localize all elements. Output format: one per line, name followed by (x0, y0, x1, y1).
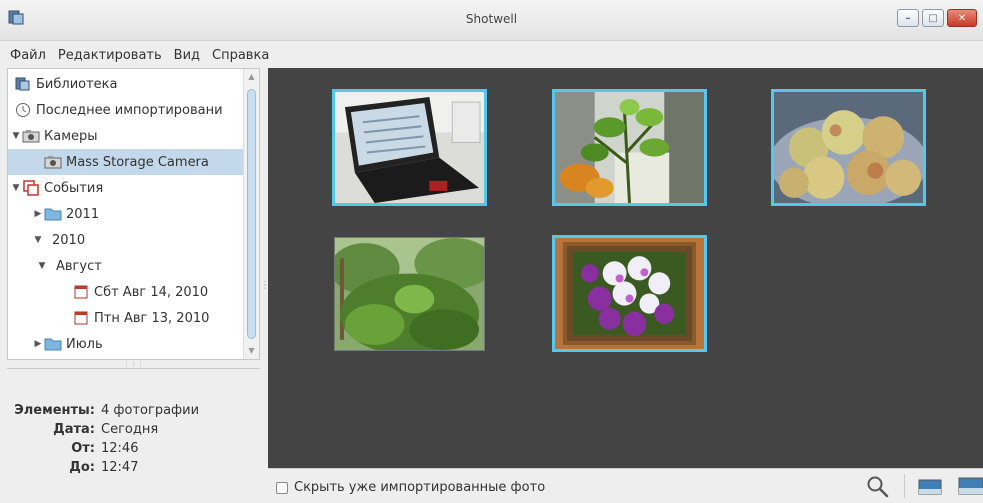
expand-arrow-icon[interactable]: ▶ (32, 339, 44, 349)
window-title: Shotwell (465, 12, 518, 26)
sidebar-item-label: 2010 (52, 232, 86, 248)
sidebar-item-label: Камеры (44, 128, 98, 144)
pane-resize-handle[interactable]: ⋮⋮⋮ (7, 360, 260, 368)
sidebar-item[interactable]: ▼ События (8, 175, 243, 201)
to-value: 12:47 (101, 460, 139, 475)
sidebar-item[interactable]: ▶ 2011 (8, 201, 243, 227)
sidebar-item-label: Птн Авг 13, 2010 (94, 310, 210, 326)
hide-imported-option[interactable]: Скрыть уже импортированные фото (276, 480, 545, 495)
menu-file[interactable]: Файл (4, 48, 52, 63)
collapse-arrow-icon[interactable]: ▼ (36, 261, 48, 271)
scrollbar-thumb[interactable] (247, 89, 256, 339)
folder-icon (44, 206, 62, 222)
photo-grid (268, 68, 983, 468)
close-button[interactable]: ✕ (947, 9, 977, 27)
sidebar-item-label: Mass Storage Camera (66, 154, 209, 170)
sidebar-item[interactable]: Последнее импортировани (8, 97, 243, 123)
sidebar-item[interactable]: Птн Авг 13, 2010 (8, 305, 243, 331)
calendar-icon (72, 284, 90, 300)
sidebar-item[interactable]: ▶ Июль (8, 331, 243, 357)
folder-icon (44, 336, 62, 352)
zoom-icon[interactable] (866, 475, 890, 499)
menu-view[interactable]: Вид (168, 48, 206, 63)
photo-orchids-thumbnail[interactable] (552, 235, 707, 352)
window-controls: – □ ✕ (897, 9, 977, 27)
minimize-button[interactable]: – (897, 9, 919, 27)
sidebar-item-label: 2011 (66, 206, 100, 222)
collapse-arrow-icon[interactable]: ▼ (10, 131, 22, 141)
menu-edit[interactable]: Редактировать (52, 48, 168, 63)
small-thumbnail-icon[interactable] (918, 479, 942, 495)
bottom-toolbar: Скрыть уже импортированные фото (268, 468, 983, 503)
collapse-arrow-icon[interactable]: ▼ (10, 183, 22, 193)
clock-icon (14, 102, 32, 118)
to-label: До: (69, 460, 95, 475)
menu-bar: Файл Редактировать Вид Справка (0, 43, 983, 67)
calendar-icon (72, 310, 90, 326)
sidebar-item-label: Библиотека (36, 76, 118, 92)
items-label: Элементы: (14, 403, 95, 418)
sidebar-item-label: Последнее импортировани (36, 102, 223, 118)
photo-laptop-thumbnail[interactable] (332, 89, 487, 206)
scroll-down-arrow-icon[interactable]: ▼ (244, 343, 259, 359)
large-thumbnail-icon[interactable] (958, 477, 983, 495)
sidebar-item[interactable]: Mass Storage Camera (8, 149, 243, 175)
camera-icon (44, 154, 62, 170)
from-value: 12:46 (101, 441, 139, 456)
from-label: От: (71, 441, 95, 456)
events-icon (22, 180, 40, 196)
hide-imported-label: Скрыть уже импортированные фото (294, 480, 546, 495)
camera-icon (22, 128, 40, 144)
items-value: 4 фотографии (101, 403, 200, 418)
photo-apples-thumbnail[interactable] (771, 89, 926, 206)
sidebar-item[interactable]: ▼ Камеры (8, 123, 243, 149)
hide-imported-checkbox[interactable] (276, 481, 288, 494)
photo-garden-thumbnail[interactable] (334, 237, 485, 351)
date-value: Сегодня (101, 422, 159, 437)
sidebar-item[interactable]: Сбт Авг 14, 2010 (8, 279, 243, 305)
sidebar-item[interactable]: ▼ 2010 (8, 227, 243, 253)
sidebar-item[interactable]: ▼ Август (8, 253, 243, 279)
sidebar-item-label: Июль (66, 336, 103, 352)
date-label: Дата: (53, 422, 95, 437)
toolbar-separator (904, 474, 905, 498)
library-icon (14, 76, 32, 92)
sidebar-item[interactable]: Библиотека (8, 71, 243, 97)
sidebar-tree: Библиотека Последнее импортировани ▼ Камеры… (7, 68, 260, 360)
sidebar-resize-grip[interactable]: ⋮ (260, 280, 270, 300)
maximize-button[interactable]: □ (922, 9, 944, 27)
expand-arrow-icon[interactable]: ▶ (32, 209, 44, 219)
menu-help[interactable]: Справка (206, 48, 275, 63)
properties-panel: Элементы: 4 фотографии Дата: Сегодня От:… (7, 368, 260, 503)
sidebar-item-label: Сбт Авг 14, 2010 (94, 284, 209, 300)
collapse-arrow-icon[interactable]: ▼ (32, 235, 44, 245)
scroll-up-arrow-icon[interactable]: ▲ (244, 69, 259, 85)
sidebar-item-label: Август (56, 258, 102, 274)
title-bar: Shotwell – □ ✕ (0, 0, 983, 41)
photo-plant-thumbnail[interactable] (552, 89, 707, 206)
sidebar-item-label: События (44, 180, 104, 196)
sidebar-scrollbar[interactable]: ▲ ▼ (243, 69, 259, 359)
